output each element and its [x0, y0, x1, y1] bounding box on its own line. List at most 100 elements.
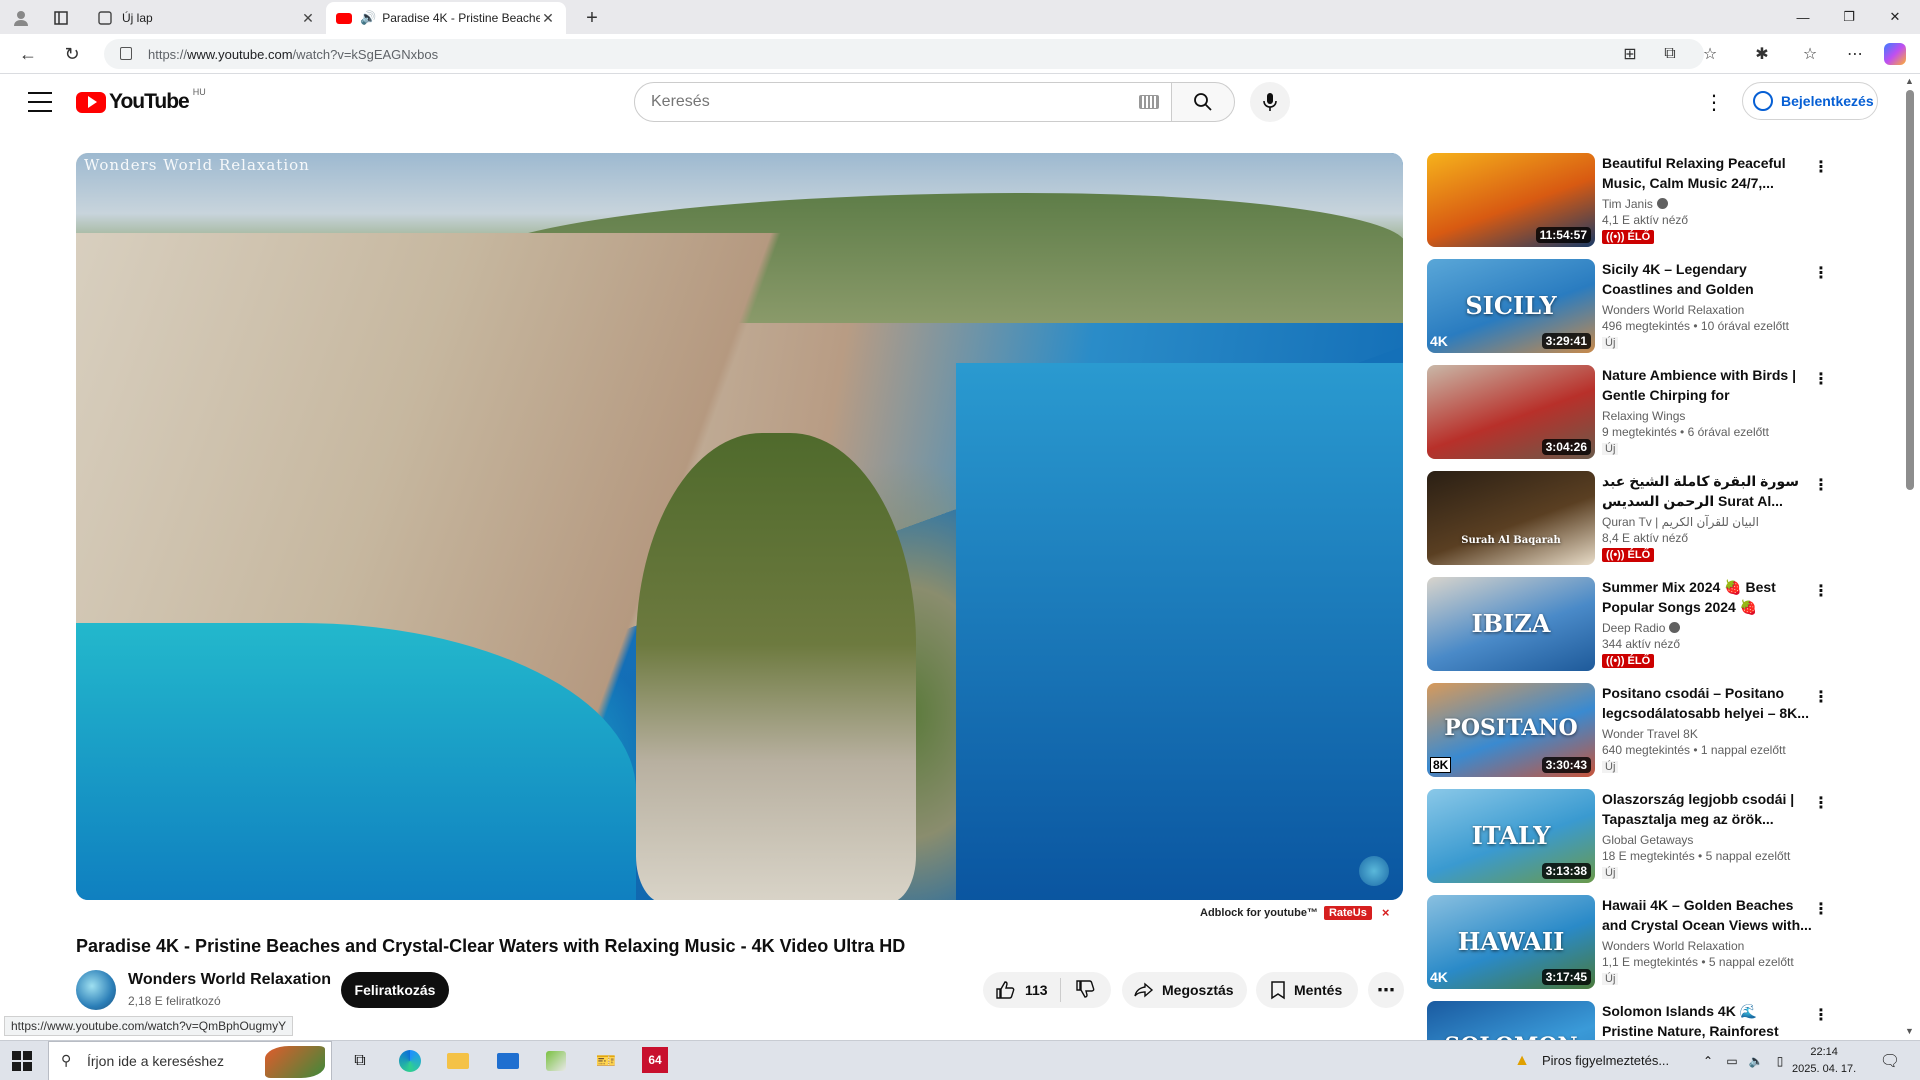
- recommendation-title[interactable]: Solomon Islands 4K 🌊 Pristine Nature, Ra…: [1602, 1001, 1812, 1041]
- keyboard-icon[interactable]: [1139, 95, 1159, 109]
- taskbar-clock[interactable]: 22:14 2025. 04. 17.: [1792, 1044, 1856, 1078]
- like-button[interactable]: 113: [983, 978, 1061, 1002]
- recommendation-thumbnail[interactable]: SICILY 4K 3:29:41: [1427, 259, 1595, 353]
- recommendation-thumbnail[interactable]: POSITANO 8K 3:30:43: [1427, 683, 1595, 777]
- recommendation-item[interactable]: POSITANO 8K 3:30:43 Positano csodái – Po…: [1427, 683, 1829, 781]
- profile-icon[interactable]: [10, 7, 32, 29]
- recommendation-channel[interactable]: Tim Janis: [1602, 197, 1812, 211]
- recommendation-channel[interactable]: Wonders World Relaxation: [1602, 939, 1812, 953]
- favorites-icon[interactable]: ☆: [1800, 44, 1820, 64]
- recommendation-item[interactable]: IBIZA Summer Mix 2024 🍓 Best Popular Son…: [1427, 577, 1829, 675]
- scroll-up-arrow-icon[interactable]: ▲: [1905, 76, 1914, 86]
- rate-us-button[interactable]: RateUs: [1323, 905, 1372, 920]
- windows-start-icon[interactable]: [12, 1051, 32, 1071]
- close-tab-icon[interactable]: ✕: [300, 10, 316, 27]
- new-tab-button[interactable]: +: [580, 6, 604, 30]
- recommendation-title[interactable]: Positano csodái – Positano legcsodálatos…: [1602, 683, 1812, 723]
- adblock-close-icon[interactable]: ×: [1382, 905, 1390, 920]
- extensions-icon[interactable]: ✱: [1752, 44, 1772, 64]
- site-info-icon[interactable]: [120, 47, 132, 60]
- favorite-star-icon[interactable]: ☆: [1700, 44, 1720, 64]
- copilot-icon[interactable]: [1884, 43, 1906, 65]
- recommendation-item[interactable]: SICILY 4K 3:29:41 Sicily 4K – Legendary …: [1427, 259, 1829, 357]
- recommendation-channel[interactable]: Deep Radio: [1602, 621, 1812, 635]
- recommendation-item[interactable]: HAWAII 4K 3:17:45 Hawaii 4K – Golden Bea…: [1427, 895, 1829, 993]
- recommendation-title[interactable]: سورة البقرة كاملة الشيخ عبد الرحمن السدي…: [1602, 471, 1812, 511]
- recommendation-channel[interactable]: Wonders World Relaxation: [1602, 303, 1812, 317]
- recommendation-title[interactable]: Summer Mix 2024 🍓 Best Popular Songs 202…: [1602, 577, 1812, 617]
- channel-watermark-icon[interactable]: [1359, 856, 1389, 886]
- recommendation-kebab-icon[interactable]: ⋮: [1813, 157, 1829, 177]
- recommendation-thumbnail[interactable]: HAWAII 4K 3:17:45: [1427, 895, 1595, 989]
- recommendation-title[interactable]: Hawaii 4K – Golden Beaches and Crystal O…: [1602, 895, 1812, 935]
- recommendation-title[interactable]: Nature Ambience with Birds | Gentle Chir…: [1602, 365, 1812, 405]
- recommendation-item[interactable]: ITALY 3:13:38 Olaszország legjobb csodái…: [1427, 789, 1829, 887]
- edge-browser-icon[interactable]: [396, 1047, 424, 1075]
- recommendation-channel[interactable]: Wonder Travel 8K: [1602, 727, 1812, 741]
- youtube-logo[interactable]: YouTube HU: [76, 87, 206, 114]
- ticket-app-icon[interactable]: 🎫: [592, 1047, 620, 1075]
- channel-avatar[interactable]: [76, 970, 116, 1010]
- scrollbar-thumb[interactable]: [1906, 90, 1914, 490]
- recommendation-channel[interactable]: Relaxing Wings: [1602, 409, 1812, 423]
- tab-actions-icon[interactable]: [50, 7, 72, 29]
- display-icon[interactable]: ▯: [1766, 1047, 1794, 1075]
- recommendation-kebab-icon[interactable]: ⋮: [1813, 687, 1829, 707]
- signin-button[interactable]: Bejelentkezés: [1742, 82, 1878, 120]
- scroll-down-arrow-icon[interactable]: ▼: [1905, 1026, 1914, 1036]
- close-window-button[interactable]: ✕: [1872, 0, 1918, 34]
- recommendation-kebab-icon[interactable]: ⋮: [1813, 1005, 1829, 1025]
- recommendation-thumbnail[interactable]: Surah Al Baqarah: [1427, 471, 1595, 565]
- recommendation-kebab-icon[interactable]: ⋮: [1813, 581, 1829, 601]
- file-explorer-icon[interactable]: [444, 1047, 472, 1075]
- restore-button[interactable]: ❐: [1826, 0, 1872, 34]
- recommendation-kebab-icon[interactable]: ⋮: [1813, 263, 1829, 283]
- video-player[interactable]: Wonders World Relaxation: [76, 153, 1403, 900]
- recommendation-title[interactable]: Olaszország legjobb csodái | Tapasztalja…: [1602, 789, 1812, 829]
- taskbar-search-input[interactable]: ⚲ Írjon ide a kereséshez: [48, 1041, 332, 1080]
- recommendation-title[interactable]: Beautiful Relaxing Peaceful Music, Calm …: [1602, 153, 1812, 193]
- 64bit-app-icon[interactable]: 64: [642, 1047, 668, 1073]
- page-scrollbar[interactable]: ▲ ▼: [1904, 76, 1914, 1036]
- settings-more-icon[interactable]: ⋯: [1845, 44, 1865, 64]
- tab-youtube[interactable]: 🔊 Paradise 4K - Pristine Beaches ✕: [326, 2, 566, 34]
- weather-alert-text[interactable]: Piros figyelmeztetés...: [1542, 1053, 1669, 1068]
- recommendation-item[interactable]: Surah Al Baqarah سورة البقرة كاملة الشيخ…: [1427, 471, 1829, 569]
- mail-icon[interactable]: [494, 1047, 522, 1075]
- save-button[interactable]: Mentés: [1256, 972, 1358, 1008]
- refresh-button[interactable]: ↻: [60, 42, 84, 66]
- recommendation-thumbnail[interactable]: 3:04:26: [1427, 365, 1595, 459]
- recommendation-kebab-icon[interactable]: ⋮: [1813, 793, 1829, 813]
- recommendation-channel[interactable]: Quran Tv | البيان للقرآن الكريم: [1602, 515, 1812, 529]
- voice-search-button[interactable]: [1250, 82, 1290, 122]
- close-tab-icon[interactable]: ✕: [540, 10, 556, 27]
- recommendation-item[interactable]: 3:04:26 Nature Ambience with Birds | Gen…: [1427, 365, 1829, 463]
- recommendation-title[interactable]: Sicily 4K – Legendary Coastlines and Gol…: [1602, 259, 1812, 299]
- settings-kebab-icon[interactable]: ⋮: [1702, 90, 1726, 114]
- recommendation-kebab-icon[interactable]: ⋮: [1813, 899, 1829, 919]
- search-button[interactable]: [1171, 82, 1235, 122]
- dislike-button[interactable]: [1061, 979, 1109, 1002]
- channel-name[interactable]: Wonders World Relaxation: [128, 971, 331, 989]
- tab-new-tab[interactable]: Új lap ✕: [88, 2, 326, 34]
- recommendation-item[interactable]: 11:54:57 Beautiful Relaxing Peaceful Mus…: [1427, 153, 1829, 251]
- recommendation-thumbnail[interactable]: 11:54:57: [1427, 153, 1595, 247]
- read-aloud-icon[interactable]: ⧉: [1660, 44, 1680, 64]
- notification-center-icon[interactable]: 🗨: [1876, 1047, 1904, 1075]
- task-view-icon[interactable]: ⧉: [346, 1047, 374, 1075]
- search-input[interactable]: Keresés: [634, 82, 1172, 122]
- recommendation-thumbnail[interactable]: IBIZA: [1427, 577, 1595, 671]
- menu-icon[interactable]: [28, 92, 52, 112]
- recommendation-channel[interactable]: Global Getaways: [1602, 833, 1812, 847]
- share-button[interactable]: Megosztás: [1122, 972, 1247, 1008]
- more-actions-icon[interactable]: ⋯: [1368, 972, 1404, 1008]
- recommendation-thumbnail[interactable]: ITALY 3:13:38: [1427, 789, 1595, 883]
- recommendation-kebab-icon[interactable]: ⋮: [1813, 475, 1829, 495]
- recommendation-kebab-icon[interactable]: ⋮: [1813, 369, 1829, 389]
- minimize-button[interactable]: —: [1780, 0, 1826, 34]
- back-button[interactable]: ←: [16, 42, 40, 66]
- app-install-icon[interactable]: ⊞: [1620, 44, 1640, 64]
- notepad-plus-icon[interactable]: [542, 1047, 570, 1075]
- url-field[interactable]: https://www.youtube.com/watch?v=kSgEAGNx…: [104, 39, 1704, 69]
- audio-playing-icon[interactable]: 🔊: [360, 10, 376, 26]
